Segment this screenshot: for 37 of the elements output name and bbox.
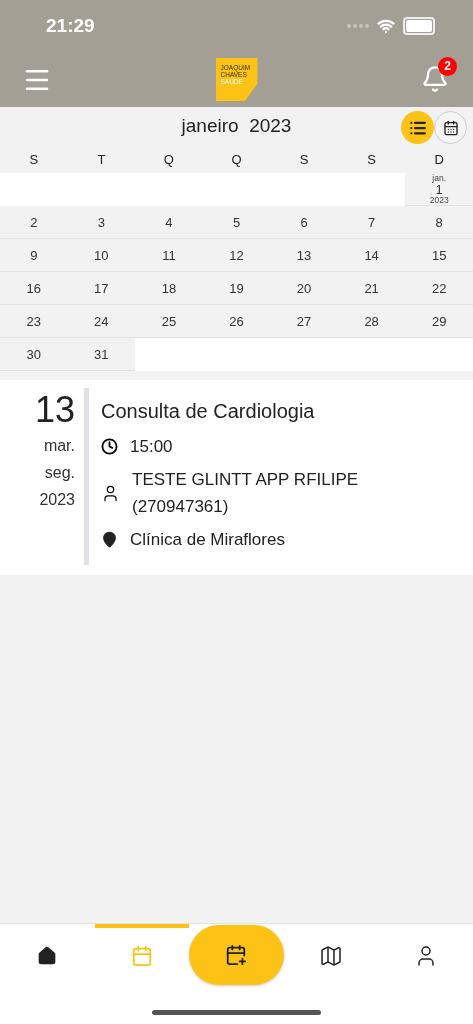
day-number: 1 [435, 182, 443, 196]
day-month: jan. [432, 173, 447, 183]
clock-icon [101, 438, 118, 455]
appointment-year: 2023 [39, 490, 75, 510]
appointment-month: mar. [43, 436, 75, 456]
day-cell[interactable]: jan. 1 2023 [405, 173, 473, 206]
month-view-button[interactable] [434, 111, 467, 144]
wifi-icon [377, 17, 395, 35]
day-year: 2023 [429, 195, 449, 205]
appointment-location: Clínica de Miraflores [130, 529, 286, 551]
weekday-label: D [433, 150, 445, 169]
calendar-plus-icon [225, 944, 248, 966]
map-icon [319, 944, 344, 968]
battery-icon [403, 17, 435, 35]
notification-badge: 2 [438, 56, 457, 76]
weekday-label: S [366, 150, 377, 169]
location-pin-icon [101, 531, 118, 548]
weekday-label: T [96, 150, 107, 169]
weekday-label: S [28, 150, 40, 169]
weekday-label: S [298, 150, 310, 169]
patient-name: TESTE GLINTT APP RFILIPE (270947361) [132, 469, 360, 518]
user-icon [101, 483, 120, 503]
add-appointment-button[interactable] [189, 925, 284, 985]
calendar-icon [130, 945, 153, 967]
weekday-label: Q [230, 150, 243, 169]
signal-icon [347, 24, 369, 28]
appointment-time: 15:00 [130, 436, 174, 458]
appointment-weekday: seg. [44, 463, 75, 483]
appointment-card[interactable]: 13 mar. seg. 2023 Consulta de Cardiologia 15:00 TESTE GLINTT APP RFILIPE (270947361) Clínica de Miraflores [0, 380, 473, 575]
weekday-label: Q [162, 150, 175, 169]
calendar-icon [442, 119, 459, 136]
home-icon [37, 946, 58, 966]
appointment-day: 13 [34, 388, 75, 432]
list-view-button[interactable] [401, 111, 434, 144]
status-time: 21:29 [46, 15, 95, 37]
month-title: janeiro 2023 [181, 115, 292, 137]
appointment-title: Consulta de Cardiologia [101, 400, 316, 423]
